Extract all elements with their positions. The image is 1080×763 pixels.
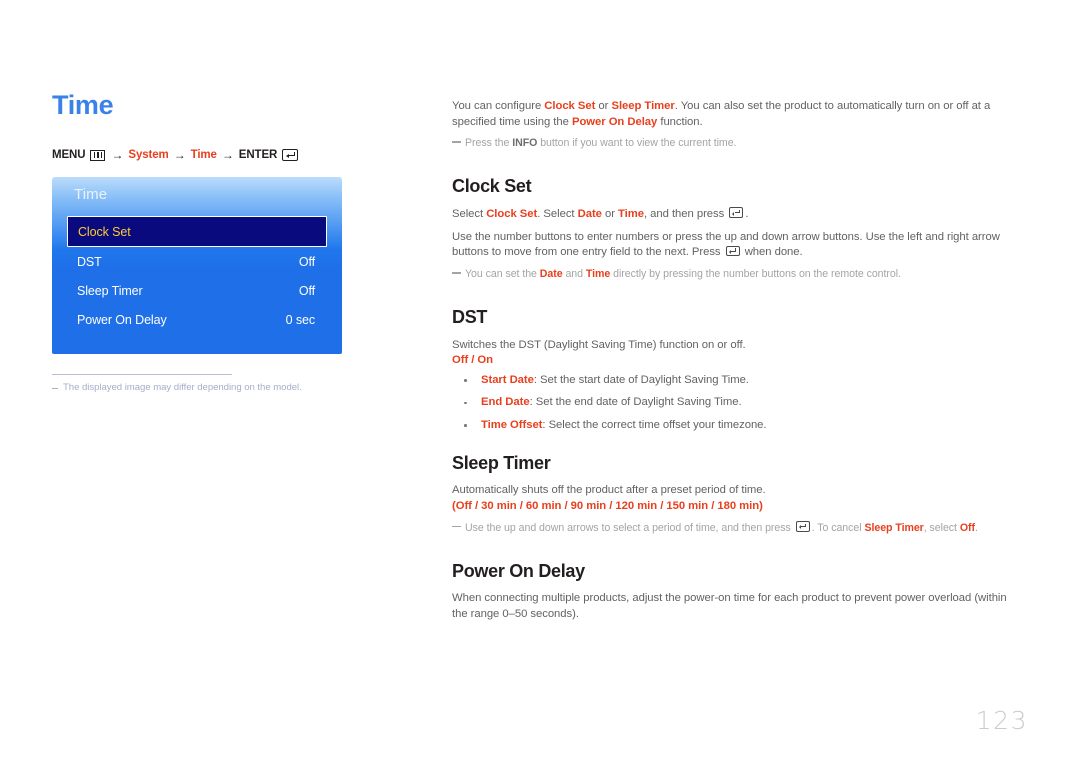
dst-bullet-term: Start Date (481, 373, 534, 386)
cs-text-c: or (601, 207, 619, 220)
left-column: Time MENU → System → Time → ENTER Time C… (52, 92, 412, 393)
image-disclaimer-text: The displayed image may differ depending… (63, 382, 302, 393)
sleep-timer-paragraph: Automatically shuts off the product afte… (452, 484, 766, 497)
osd-row-dst[interactable]: DST Off (67, 247, 327, 276)
enter-key-icon (282, 149, 299, 161)
note-dash-icon (452, 525, 461, 528)
intro-text-a: You can configure (452, 100, 545, 112)
intro-term-clock-set: Clock Set (544, 100, 596, 112)
intro-note-term-info: INFO (512, 137, 538, 150)
osd-row-label: Clock Set (78, 224, 131, 239)
osd-row-clock-set[interactable]: Clock Set (67, 216, 327, 247)
list-item: Start Date: Set the start date of Daylig… (452, 373, 1024, 389)
osd-menu-list: Clock Set DST Off Sleep Timer Off Power … (67, 216, 327, 334)
divider (52, 374, 232, 375)
st-note-term-sleep-timer: Sleep Timer (864, 521, 924, 534)
cs-text-b: . Select (537, 207, 578, 220)
menu-grid-icon (90, 149, 106, 161)
cs2-text-b: when done. (741, 246, 803, 259)
st-note-text-c: , select (923, 521, 960, 534)
cs-term-time: Time (618, 207, 644, 220)
intro-note: Press the INFO button if you want to vie… (452, 136, 1024, 151)
note-dash-icon (452, 271, 461, 274)
section-heading-clock-set: Clock Set (452, 176, 532, 197)
clock-set-note: You can set the Date and Time directly b… (452, 267, 1024, 282)
intro-term-power-on-delay: Power On Delay (571, 115, 658, 128)
breadcrumb-item-time: Time (190, 149, 217, 161)
sleep-timer-note: Use the up and down arrows to select a p… (452, 521, 1024, 536)
cs-note-text-c: directly by pressing the number buttons … (610, 267, 901, 280)
cs-text-a: Select (452, 207, 487, 220)
power-on-delay-paragraph: When connecting multiple products, adjus… (452, 592, 1007, 620)
clock-set-paragraph-1: Select Clock Set. Select Date or Time, a… (452, 207, 1024, 223)
st-note-term-off: Off (959, 521, 975, 534)
dst-bullet-desc: : Set the end date of Daylight Saving Ti… (529, 396, 742, 409)
note-dash-icon (452, 141, 461, 143)
breadcrumb-menu-label: MENU (52, 149, 86, 161)
cs-note-text-b: and (562, 267, 586, 280)
breadcrumb-arrow-2: → (173, 148, 186, 162)
intro-term-sleep-timer: Sleep Timer (611, 100, 675, 112)
osd-row-label: DST (77, 254, 102, 269)
osd-row-value: Off (298, 254, 315, 269)
intro-note-text-a: Press the (465, 137, 513, 150)
osd-row-sleep-timer[interactable]: Sleep Timer Off (67, 276, 327, 305)
clock-set-paragraph-2: Use the number buttons to enter numbers … (452, 230, 1024, 261)
intro-text-d: function. (657, 115, 703, 128)
right-column: You can configure Clock Set or Sleep Tim… (452, 99, 1024, 623)
intro-text-b: or (595, 100, 612, 112)
enter-key-icon (725, 245, 740, 257)
breadcrumb-arrow-3: → (221, 148, 234, 162)
list-item: Time Offset: Select the correct time off… (452, 418, 1024, 434)
cs-text-e: . (745, 207, 749, 220)
dst-paragraph: Switches the DST (Daylight Saving Time) … (452, 338, 746, 351)
cs-note-term-time: Time (585, 267, 611, 280)
intro-note-text-b: button if you want to view the current t… (537, 137, 737, 150)
osd-row-label: Sleep Timer (77, 283, 143, 298)
st-note-text-d: . (974, 521, 978, 534)
osd-panel-title: Time (74, 186, 108, 203)
osd-row-power-on-delay[interactable]: Power On Delay 0 sec (67, 305, 327, 334)
section-heading-sleep-timer: Sleep Timer (452, 452, 551, 473)
enter-key-icon (729, 207, 744, 218)
section-heading-dst: DST (452, 306, 488, 327)
intro-paragraph: You can configure Clock Set or Sleep Tim… (452, 99, 1024, 130)
image-disclaimer-note: The displayed image may differ depending… (52, 382, 412, 393)
page-number: 123 (975, 706, 1028, 735)
sleep-timer-options: (Off / 30 min / 60 min / 90 min / 120 mi… (452, 499, 763, 512)
osd-row-value: Off (298, 283, 315, 298)
osd-row-value: 0 sec (285, 312, 315, 327)
dst-options: Off / On (452, 354, 494, 367)
page-title: Time (52, 90, 114, 120)
dst-bullet-desc: : Select the correct time offset your ti… (542, 418, 767, 431)
list-item: End Date: Set the end date of Daylight S… (452, 395, 1024, 411)
dst-bullet-term: End Date (481, 396, 530, 409)
dst-bullet-desc: : Set the start date of Daylight Saving … (533, 373, 749, 386)
st-note-text-a: Use the up and down arrows to select a p… (465, 521, 794, 534)
cs-text-d: , and then press (644, 207, 728, 220)
dst-bullet-list: Start Date: Set the start date of Daylig… (452, 373, 1024, 434)
cs-term-clock-set: Clock Set (486, 207, 538, 220)
cs-note-text-a: You can set the (465, 267, 540, 280)
enter-key-icon (795, 521, 810, 532)
breadcrumb-enter-label: ENTER (238, 149, 278, 161)
osd-row-label: Power On Delay (77, 312, 167, 327)
dst-bullet-term: Time Offset (481, 418, 543, 431)
breadcrumb-item-system: System (128, 149, 169, 161)
cs-term-date: Date (577, 207, 602, 220)
manual-page: Time MENU → System → Time → ENTER Time C… (0, 0, 1080, 763)
section-heading-power-on-delay: Power On Delay (452, 560, 585, 581)
osd-panel: Time Clock Set DST Off Sleep Timer Off P… (52, 177, 342, 354)
breadcrumb: MENU → System → Time → ENTER (52, 148, 412, 162)
breadcrumb-arrow-1: → (111, 148, 124, 162)
note-dash-icon (52, 388, 58, 390)
st-note-text-b: . To cancel (811, 521, 865, 534)
cs-note-term-date: Date (539, 267, 563, 280)
